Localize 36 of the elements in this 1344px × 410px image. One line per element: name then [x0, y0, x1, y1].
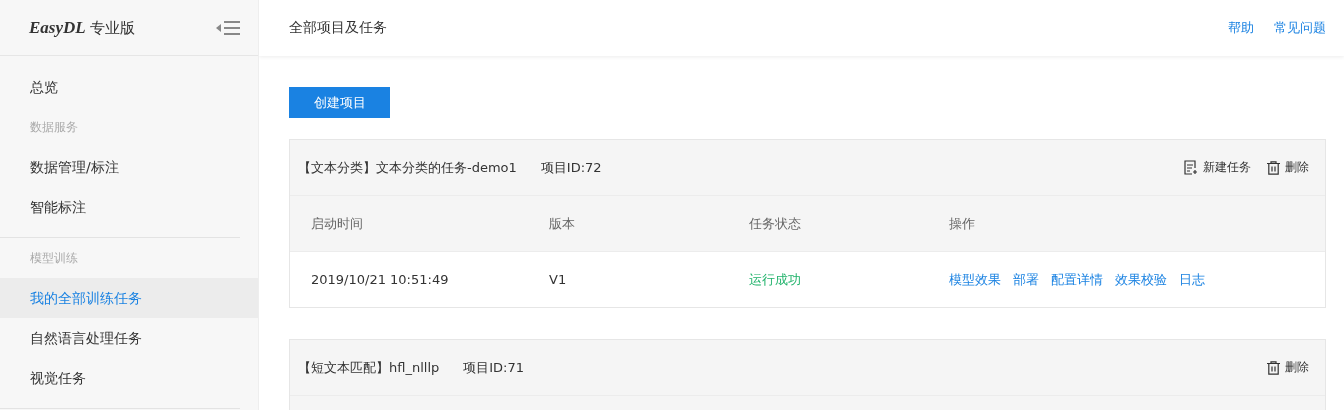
header-link[interactable]: 常见问题 — [1274, 19, 1326, 37]
column-header: 任务状态 — [749, 214, 802, 233]
operation-link[interactable]: 日志 — [1179, 270, 1205, 289]
delete-button[interactable]: 删除 — [1267, 359, 1309, 376]
create-project-button[interactable]: 创建项目 — [289, 87, 390, 118]
trash-icon — [1267, 160, 1280, 175]
project-title: 【文本分类】文本分类的任务-demo1 — [298, 158, 517, 177]
table-cell-text: V1 — [549, 272, 568, 287]
sidebar-item[interactable]: 自然语言处理任务 — [0, 318, 258, 358]
page-title: 全部项目及任务 — [289, 19, 387, 37]
project-title: 【短文本匹配】hfl_nlllp — [298, 358, 440, 377]
product-logo: EasyDL 专业版 — [29, 17, 135, 38]
header-link[interactable]: 帮助 — [1228, 19, 1254, 37]
new-task-button[interactable]: 新建任务 — [1184, 159, 1251, 176]
trash-icon — [1267, 360, 1280, 375]
column-header: 版本 — [549, 214, 576, 233]
menu-group-heading: 数据服务 — [29, 119, 79, 136]
operation-link[interactable]: 模型效果 — [949, 270, 1001, 289]
project-id: 项目ID:72 — [540, 158, 602, 177]
add-document-icon — [1184, 160, 1198, 175]
status-text: 运行成功 — [749, 271, 801, 287]
sidebar-item[interactable]: 视觉任务 — [0, 358, 258, 398]
sidebar-item[interactable]: 数据管理/标注 — [0, 147, 258, 187]
operation-link[interactable]: 效果校验 — [1115, 270, 1167, 289]
sidebar-item[interactable]: 智能标注 — [0, 187, 258, 227]
column-header: 启动时间 — [311, 214, 364, 233]
menu-group-heading: 模型训练 — [29, 250, 79, 267]
column-header: 操作 — [949, 214, 976, 233]
operation-link[interactable]: 部署 — [1013, 270, 1039, 289]
table-cell-text: 2019/10/21 10:51:49 — [311, 272, 450, 287]
sidebar-item[interactable]: 总览 — [0, 67, 258, 107]
delete-button[interactable]: 删除 — [1267, 159, 1309, 176]
project-id: 项目ID:71 — [463, 358, 525, 377]
operation-link[interactable]: 配置详情 — [1051, 270, 1103, 289]
sidebar-item[interactable]: 我的全部训练任务 — [0, 278, 258, 318]
collapse-menu-icon[interactable] — [216, 19, 240, 36]
